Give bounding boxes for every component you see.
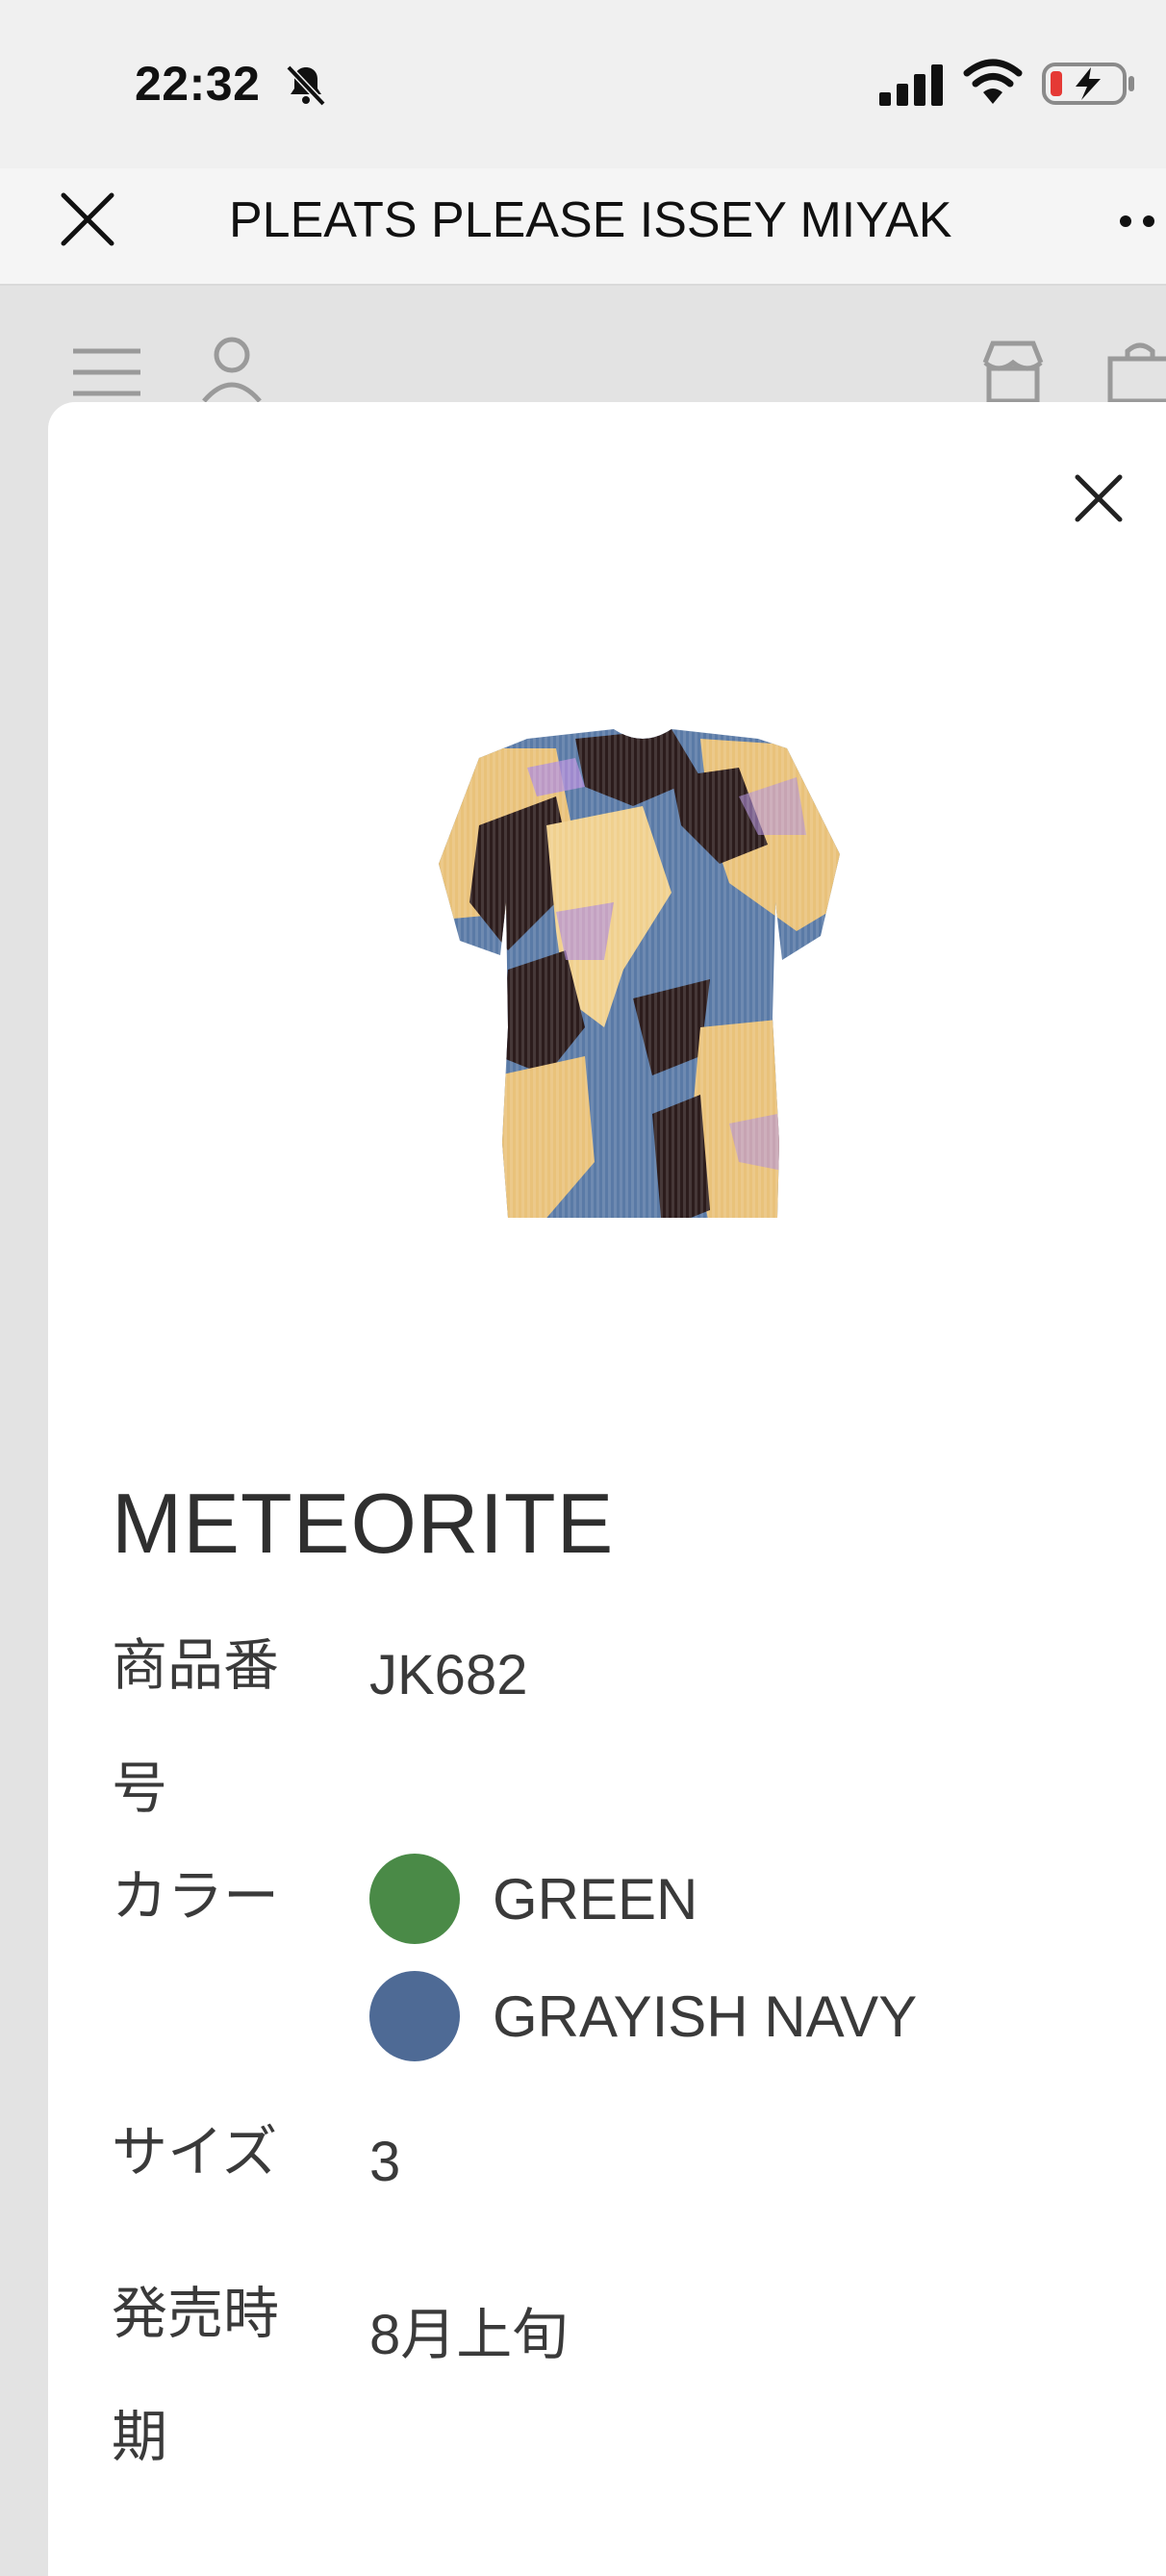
product-number-label: 商品番号 <box>112 1634 280 1820</box>
site-header <box>0 286 1166 403</box>
color-name: GRAYISH NAVY <box>493 1983 918 2049</box>
store-icon[interactable] <box>979 340 1047 403</box>
wifi-icon <box>963 59 1023 104</box>
cellular-signal-icon <box>879 64 943 106</box>
release-label: 発売時期 <box>112 2283 280 2468</box>
more-dots-icon[interactable] <box>1116 207 1166 236</box>
color-label: カラー <box>112 1865 280 1928</box>
product-image <box>439 729 840 1218</box>
color-option-green[interactable]: GREEN <box>369 1853 697 1945</box>
status-time: 22:32 <box>135 57 261 111</box>
menu-icon[interactable] <box>71 345 142 403</box>
browser-toolbar: PLEATS PLEASE ISSEY MIYAK <box>0 168 1166 286</box>
color-name: GREEN <box>493 1866 698 1932</box>
color-option-grayish-navy[interactable]: GRAYISH NAVY <box>369 1970 917 2062</box>
account-icon[interactable] <box>200 336 264 403</box>
battery-charging-icon <box>1042 63 1134 105</box>
status-bar: 22:32 <box>0 0 1166 168</box>
color-swatch-grayish-navy[interactable] <box>369 1971 460 2061</box>
size-label: サイズ <box>112 2121 278 2184</box>
color-swatch-green[interactable] <box>369 1854 460 1944</box>
product-number-value: JK682 <box>369 1644 528 1706</box>
close-icon[interactable] <box>54 186 121 253</box>
modal-close-icon[interactable] <box>1064 464 1133 533</box>
release-value: 8月上旬 <box>369 2304 569 2366</box>
page-title: PLEATS PLEASE ISSEY MIYAK <box>229 192 952 248</box>
bell-slash-icon <box>286 64 326 107</box>
product-name: METEORITE <box>112 1476 615 1571</box>
size-value: 3 <box>369 2131 401 2193</box>
product-modal: METEORITE 商品番号 JK682 カラー GREEN GRAYISH N… <box>48 402 1166 2576</box>
shopping-bag-icon[interactable] <box>1106 340 1166 403</box>
